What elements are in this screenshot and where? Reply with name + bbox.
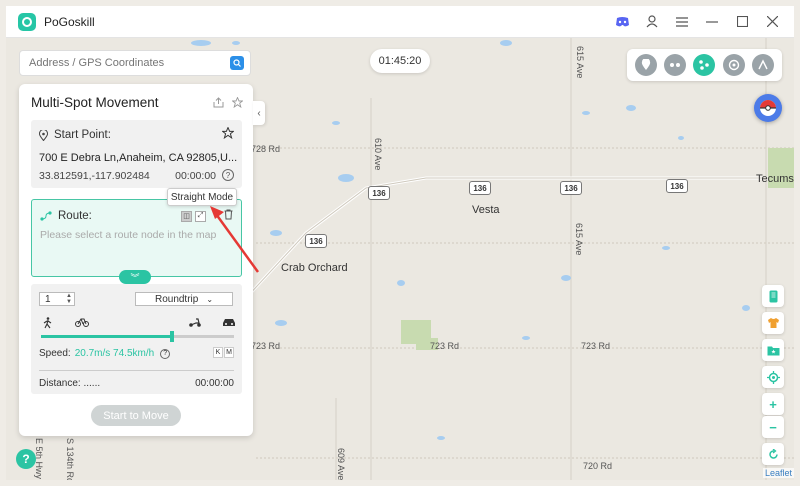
route-card: Route: Please select a route node in the… <box>31 199 242 277</box>
scooter-icon[interactable] <box>188 317 202 332</box>
leaflet-attribution-link[interactable]: Leaflet <box>763 468 795 478</box>
zoom-in-icon[interactable]: + <box>762 393 784 415</box>
highway-shield: 136 <box>560 181 582 195</box>
highway-shield: 136 <box>666 179 688 193</box>
unit-km-toggle[interactable]: K <box>213 347 223 358</box>
road-label: 615 Ave <box>574 223 584 256</box>
title-bar: PoGoskill <box>6 6 794 38</box>
divider <box>39 370 234 371</box>
favorite-star-icon[interactable] <box>221 126 235 142</box>
multi-spot-panel: Multi-Spot Movement Start Point: 700 E D… <box>19 84 253 436</box>
road-label: 610 Ave <box>373 138 383 171</box>
route-mode-select[interactable]: Roundtrip ⌄ <box>135 292 233 306</box>
route-label: Route: <box>58 210 92 222</box>
address-search <box>19 50 251 76</box>
maximize-icon[interactable] <box>734 14 750 30</box>
panel-title: Multi-Spot Movement <box>31 95 159 110</box>
walk-icon[interactable] <box>41 317 55 332</box>
delete-icon[interactable] <box>224 209 233 223</box>
start-point-card: Start Point: 700 E Debra Ln,Anaheim, CA … <box>31 120 242 188</box>
loop-count-stepper[interactable]: 1 ▲ ▼ <box>39 292 75 306</box>
collapse-panel-chevron-icon[interactable]: ‹ <box>253 101 265 125</box>
highway-shield: 136 <box>305 234 327 248</box>
close-icon[interactable] <box>764 14 780 30</box>
search-icon[interactable] <box>230 56 244 70</box>
road-label: 723 Rd <box>430 341 460 351</box>
road-label: 728 Rd <box>251 144 281 154</box>
speed-slider-handle[interactable] <box>170 331 175 342</box>
location-pin-icon <box>39 129 48 141</box>
chevron-down-icon: ⌄ <box>206 294 214 304</box>
highway-shield: 136 <box>469 181 491 195</box>
stepper-arrows-icon[interactable]: ▲ ▼ <box>66 293 72 305</box>
joystick-mode-icon[interactable] <box>722 54 745 76</box>
minimize-icon[interactable] <box>704 14 720 30</box>
real-route-mode-icon[interactable]: ◫ <box>181 210 192 222</box>
road-label: 720 Rd <box>583 461 613 471</box>
speed-slider[interactable] <box>41 331 234 342</box>
start-to-move-button[interactable]: Start to Move <box>91 405 181 426</box>
address-search-input[interactable] <box>20 57 230 69</box>
movement-settings: 1 ▲ ▼ Roundtrip ⌄ Speed: 20.7m/s 74.5km/… <box>31 284 242 394</box>
start-point-time: 00:00:00 <box>175 170 216 182</box>
device-icon[interactable] <box>762 285 784 307</box>
share-icon[interactable] <box>213 97 224 111</box>
multi-spot-mode-icon[interactable] <box>693 54 716 76</box>
route-mode-value: Roundtrip <box>154 293 199 305</box>
place-label-crab-orchard: Crab Orchard <box>281 262 348 274</box>
bicycle-icon[interactable] <box>74 317 89 332</box>
place-label-vesta: Vesta <box>472 204 500 216</box>
expand-chevron-icon[interactable]: ︾ <box>119 270 151 284</box>
zoom-out-icon[interactable]: − <box>762 416 784 438</box>
road-label: S 134th Rd <box>65 438 75 480</box>
reset-icon[interactable] <box>762 443 784 465</box>
mode-toolbar <box>627 49 782 81</box>
speed-value: 20.7m/s 74.5km/h <box>74 348 155 359</box>
help-icon[interactable]: ? <box>160 348 171 359</box>
jump-teleport-icon[interactable] <box>752 54 775 76</box>
favorites-icon[interactable] <box>762 339 784 361</box>
cooldown-timer: 01:45:20 <box>370 49 430 73</box>
speed-slider-fill <box>41 335 173 338</box>
start-point-address: 700 E Debra Ln,Anaheim, CA 92805,U... <box>39 152 238 164</box>
road-label: 723 Rd <box>581 341 611 351</box>
pokeball-icon[interactable] <box>754 94 782 122</box>
speed-label: Speed: <box>39 348 71 359</box>
menu-icon[interactable] <box>674 14 690 30</box>
help-icon[interactable]: ? <box>222 169 234 181</box>
loop-count-value: 1 <box>45 293 51 305</box>
app-logo-icon <box>18 12 36 31</box>
app-title: PoGoskill <box>44 14 95 29</box>
road-label: 615 Ave <box>575 46 585 79</box>
distance-time: 00:00:00 <box>195 378 234 389</box>
shirt-icon[interactable] <box>762 312 784 334</box>
highway-shield: 136 <box>368 186 390 200</box>
road-label: 609 Ave <box>336 448 346 480</box>
route-icon <box>40 211 52 221</box>
user-icon[interactable] <box>644 14 660 30</box>
distance-label: Distance: ...... <box>39 378 101 389</box>
road-label: 723 Rd <box>251 341 281 351</box>
unit-mile-toggle[interactable]: M <box>224 347 234 358</box>
start-point-label: Start Point: <box>54 129 111 141</box>
straight-mode-icon[interactable]: ⤢ <box>195 210 206 222</box>
help-icon[interactable]: ? <box>16 449 36 469</box>
start-point-coordinates: 33.812591,-117.902484 <box>39 170 150 182</box>
car-icon[interactable] <box>222 317 236 332</box>
route-placeholder: Please select a route node in the map <box>40 229 217 241</box>
locate-icon[interactable] <box>762 366 784 388</box>
place-label-tecums: Tecums <box>756 173 794 185</box>
two-spot-mode-icon[interactable] <box>664 54 687 76</box>
teleport-mode-icon[interactable] <box>634 54 657 76</box>
straight-mode-tooltip: Straight Mode <box>167 188 237 206</box>
discord-icon[interactable] <box>614 14 630 30</box>
favorite-star-icon[interactable] <box>231 96 244 111</box>
